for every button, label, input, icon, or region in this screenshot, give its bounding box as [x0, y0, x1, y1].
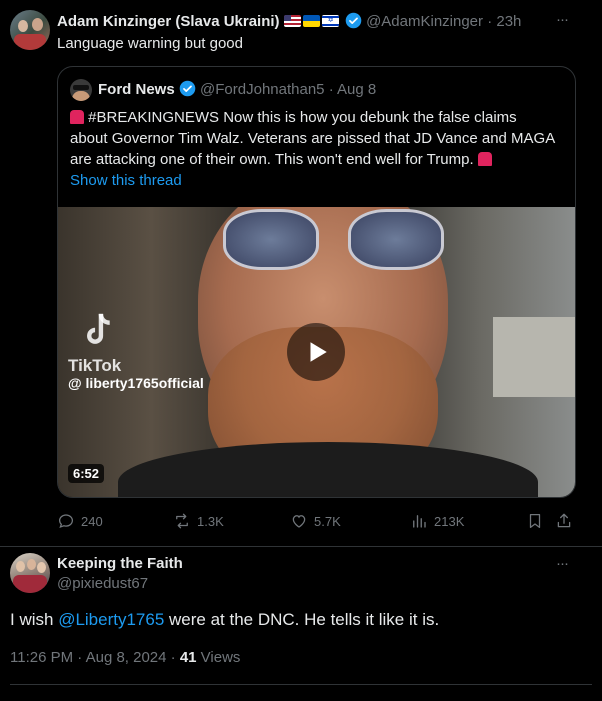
quote-author-handle: @FordJohnathan5 — [200, 81, 325, 98]
bookmark-button[interactable] — [526, 511, 544, 531]
reply-author-handle[interactable]: @pixiedust67 — [57, 575, 148, 592]
tweet-text: Language warning but good — [57, 35, 243, 52]
repost-count: 1.3K — [197, 513, 224, 529]
reply-author-avatar[interactable] — [10, 553, 50, 593]
tiktok-watermark-brand: TikTok — [68, 356, 122, 375]
divider — [10, 684, 592, 685]
tiktok-logo-icon — [87, 313, 110, 344]
like-button[interactable]: 5.7K — [290, 511, 341, 531]
quote-text-line-1: #BREAKINGNEWS Now this is how you debunk… — [84, 109, 517, 126]
flag-israel-icon: ✡ — [321, 15, 339, 27]
more-options-icon[interactable]: ··· — [556, 11, 569, 28]
views-button[interactable]: 213K — [410, 511, 464, 531]
sunglasses — [348, 209, 444, 270]
sunglasses — [223, 209, 319, 270]
quote-date: Aug 8 — [337, 81, 377, 98]
quote-text-line-2: about Governor Tim Walz. Veterans are pi… — [70, 130, 556, 147]
author-name[interactable]: Adam Kinzinger (Slava Ukraini) — [57, 13, 280, 30]
header-separator: · — [487, 13, 493, 30]
more-options-icon[interactable]: ··· — [556, 555, 569, 572]
quote-header: Ford News @FordJohnathan5 · Aug 8 — [98, 80, 376, 98]
share-icon — [557, 513, 571, 528]
tweet-time[interactable]: 23h — [496, 13, 521, 30]
views-label: Views — [196, 649, 241, 666]
quoted-tweet-card[interactable]: Ford News @FordJohnathan5 · Aug 8 #BREAK… — [57, 66, 576, 498]
flag-ukraine-icon — [302, 15, 320, 27]
quote-text: #BREAKINGNEWS Now this is how you debunk… — [70, 107, 555, 170]
bookmark-icon — [529, 513, 541, 529]
mention-link[interactable]: @Liberty1765 — [58, 610, 164, 629]
quote-separator: · — [328, 81, 334, 98]
flag-us-icon — [283, 15, 301, 27]
video-player[interactable]: TikTok @ liberty1765official 6:52 — [58, 207, 575, 497]
reply-button[interactable]: 240 — [57, 511, 103, 531]
tweet-header: Adam Kinzinger (Slava Ukraini) ✡ @AdamKi… — [57, 12, 521, 30]
show-this-thread-link[interactable]: Show this thread — [70, 172, 182, 189]
reply-text-before: I wish — [10, 610, 59, 629]
verified-badge-icon — [345, 12, 362, 29]
reply-timestamp[interactable]: 11:26 PM · Aug 8, 2024 · — [10, 649, 180, 666]
reply-author-name[interactable]: Keeping the Faith — [57, 555, 183, 572]
siren-emoji-icon — [70, 110, 84, 124]
siren-emoji-icon — [477, 152, 492, 166]
video-house — [493, 317, 575, 397]
reply-text: I wish @Liberty1765 were at the DNC. He … — [10, 610, 439, 630]
video-duration-badge: 6:52 — [68, 464, 105, 483]
heart-icon — [292, 515, 306, 528]
play-button[interactable] — [287, 323, 345, 381]
tiktok-watermark-handle: @ liberty1765official — [68, 375, 204, 391]
repost-button[interactable]: 1.3K — [173, 511, 224, 531]
like-count: 5.7K — [314, 513, 341, 529]
quote-author-avatar — [70, 79, 92, 101]
divider — [0, 546, 602, 547]
author-avatar[interactable] — [10, 10, 50, 50]
reply-count: 240 — [81, 513, 103, 529]
quote-author-name: Ford News — [98, 81, 175, 98]
reply-icon — [58, 514, 74, 529]
reply-view-count: 41 — [179, 649, 197, 666]
verified-badge-icon — [179, 80, 196, 97]
quote-text-line-3: are attacking one of their own. This won… — [70, 151, 478, 168]
share-button[interactable] — [555, 511, 573, 531]
author-handle[interactable]: @AdamKinzinger — [366, 13, 483, 30]
play-icon — [310, 342, 327, 362]
analytics-icon — [413, 515, 426, 528]
repost-icon — [176, 513, 188, 529]
reply-text-after: were at the DNC. He tells it like it is. — [164, 610, 440, 629]
view-count: 213K — [434, 513, 465, 529]
reply-timestamp-row: 11:26 PM · Aug 8, 2024 · 41 Views — [10, 649, 240, 666]
